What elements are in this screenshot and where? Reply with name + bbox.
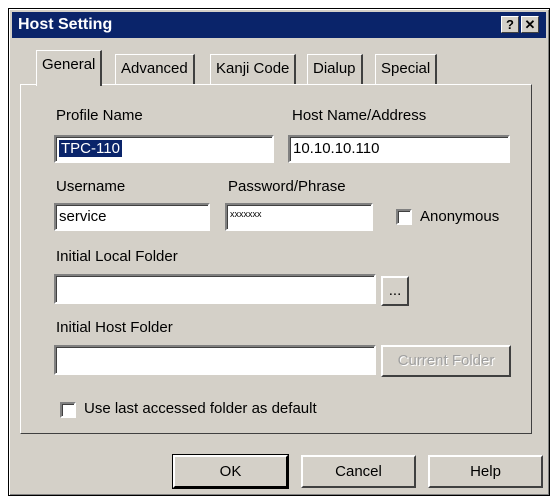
profile-name-value: TPC-110 (59, 140, 122, 157)
tab-general[interactable]: General (36, 50, 103, 86)
local-folder-label: Initial Local Folder (56, 248, 178, 265)
anonymous-label: Anonymous (420, 208, 500, 225)
use-last-folder-checkbox[interactable] (60, 402, 76, 418)
anonymous-checkbox[interactable] (396, 209, 412, 225)
password-input[interactable]: xxxxxxx (225, 203, 373, 231)
window-title: Host Setting (18, 16, 113, 33)
tab-special[interactable]: Special (375, 54, 438, 84)
tab-kanji-code[interactable]: Kanji Code (210, 54, 297, 84)
host-folder-label: Initial Host Folder (56, 319, 173, 336)
host-name-input[interactable]: 10.10.10.110 (288, 135, 510, 163)
profile-name-label: Profile Name (56, 107, 143, 124)
ok-button[interactable]: OK (173, 455, 288, 488)
cancel-button[interactable]: Cancel (301, 455, 416, 488)
close-title-button[interactable]: ✕ (521, 16, 539, 33)
tab-advanced[interactable]: Advanced (115, 54, 195, 84)
username-label: Username (56, 178, 126, 195)
local-folder-input[interactable] (54, 274, 376, 304)
help-button[interactable]: Help (428, 455, 543, 488)
current-folder-button[interactable]: Current Folder (381, 345, 511, 377)
host-name-label: Host Name/Address (292, 107, 427, 124)
tab-dialup[interactable]: Dialup (307, 54, 363, 84)
password-label: Password/Phrase (228, 178, 346, 195)
browse-button[interactable]: ... (381, 276, 409, 306)
title-bar[interactable]: Host Setting ? ✕ (12, 12, 546, 38)
username-input[interactable]: service (54, 203, 210, 231)
help-title-button[interactable]: ? (501, 16, 519, 33)
use-last-folder-label: Use last accessed folder as default (84, 400, 317, 417)
host-folder-input[interactable] (54, 345, 376, 375)
profile-name-input[interactable]: TPC-110 (54, 135, 274, 163)
